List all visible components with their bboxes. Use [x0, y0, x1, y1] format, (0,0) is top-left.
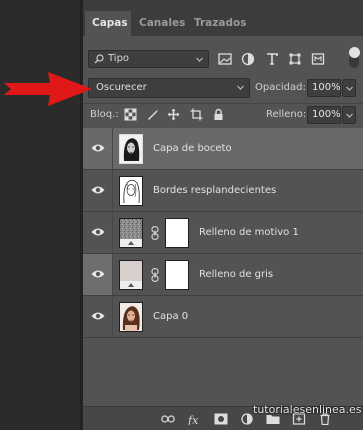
adjustment-filter-icon[interactable] — [241, 52, 255, 66]
blend-mode-value: Oscurecer — [96, 82, 147, 93]
lock-image-pixels-icon[interactable] — [146, 108, 159, 121]
svg-text:fx: fx — [188, 414, 199, 425]
layer-name[interactable]: Capa de boceto — [153, 143, 232, 154]
layer-name[interactable]: Relleno de gris — [199, 269, 273, 280]
lock-row-separator — [83, 103, 363, 104]
eye-icon — [91, 186, 105, 194]
link-icon[interactable] — [150, 268, 160, 282]
eye-icon — [91, 312, 105, 320]
pattern-fill-thumbnail[interactable] — [119, 218, 143, 248]
visibility-toggle[interactable] — [83, 296, 112, 337]
filter-toggle-switch[interactable] — [349, 47, 360, 58]
eye-icon — [91, 270, 105, 278]
layer-mask-thumbnail[interactable] — [165, 218, 189, 248]
fill-dropdown-button[interactable] — [342, 106, 356, 124]
layer-row[interactable]: Bordes resplandecientes — [83, 170, 363, 212]
tab-trazados[interactable]: Trazados — [187, 11, 251, 36]
link-icon[interactable] — [150, 226, 160, 240]
lock-all-icon[interactable] — [212, 108, 225, 121]
eye-icon — [91, 228, 105, 236]
tab-canales[interactable]: Canales — [132, 11, 185, 36]
visibility-toggle[interactable] — [83, 170, 112, 211]
layer-row[interactable]: Relleno de gris — [83, 254, 363, 296]
layers-empty-area — [83, 340, 363, 406]
chevron-down-icon — [346, 113, 353, 118]
blend-mode-select[interactable]: Oscurecer — [88, 78, 250, 98]
chevron-down-icon — [196, 57, 203, 62]
canvas-area — [0, 0, 80, 430]
layer-mask-thumbnail[interactable] — [165, 260, 189, 290]
lock-artboard-icon[interactable] — [190, 108, 203, 121]
chevron-down-icon — [346, 86, 353, 91]
panel-tab-bar: Capas Canales Trazados — [83, 0, 363, 36]
layer-thumbnail[interactable] — [119, 134, 143, 164]
opacity-dropdown-button[interactable] — [342, 79, 356, 97]
visibility-toggle[interactable] — [83, 254, 112, 295]
type-filter-icon[interactable] — [265, 52, 279, 66]
filter-kind-label: Tipo — [108, 53, 130, 64]
add-mask-icon[interactable] — [214, 413, 228, 425]
color-fill-thumbnail[interactable] — [119, 260, 143, 290]
link-layers-icon[interactable] — [161, 413, 175, 425]
visibility-toggle[interactable] — [83, 128, 112, 169]
layer-row[interactable]: Capa 0 — [83, 296, 363, 338]
layer-name[interactable]: Bordes resplandecientes — [153, 185, 276, 196]
layers-panel: Capas Canales Trazados Tipo Oscurecer Op… — [83, 0, 363, 430]
lock-transparent-pixels-icon[interactable] — [124, 108, 137, 121]
lock-label: Bloq.: — [90, 109, 119, 120]
visibility-toggle[interactable] — [83, 212, 112, 253]
opacity-input[interactable]: 100% — [307, 79, 341, 97]
fill-label: Relleno: — [266, 109, 307, 120]
eye-icon — [91, 144, 105, 152]
lock-position-icon[interactable] — [167, 108, 180, 121]
opacity-label: Opacidad: — [255, 82, 306, 93]
layers-list: Capa de boceto Bordes resplandecientes R… — [83, 128, 363, 340]
layer-row[interactable]: Relleno de motivo 1 — [83, 212, 363, 254]
fill-input[interactable]: 100% — [307, 106, 341, 124]
layer-name[interactable]: Capa 0 — [153, 311, 188, 322]
new-adjustment-layer-icon[interactable] — [240, 413, 254, 425]
layer-filter-select[interactable]: Tipo — [88, 50, 209, 68]
chevron-down-icon — [237, 85, 244, 90]
smart-object-filter-icon[interactable] — [311, 52, 325, 66]
layer-row[interactable]: Capa de boceto — [83, 128, 363, 170]
tab-capas[interactable]: Capas — [85, 11, 131, 36]
layer-name[interactable]: Relleno de motivo 1 — [199, 227, 299, 238]
image-filter-icon[interactable] — [218, 52, 232, 66]
layer-style-fx-icon[interactable]: fx — [188, 413, 202, 425]
shape-filter-icon[interactable] — [288, 52, 302, 66]
layer-thumbnail[interactable] — [119, 302, 143, 332]
red-arrow-annotation — [4, 72, 92, 106]
watermark-text: tutorialesenlinea.es — [253, 403, 362, 416]
search-icon — [94, 54, 104, 64]
layer-thumbnail[interactable] — [119, 176, 143, 206]
